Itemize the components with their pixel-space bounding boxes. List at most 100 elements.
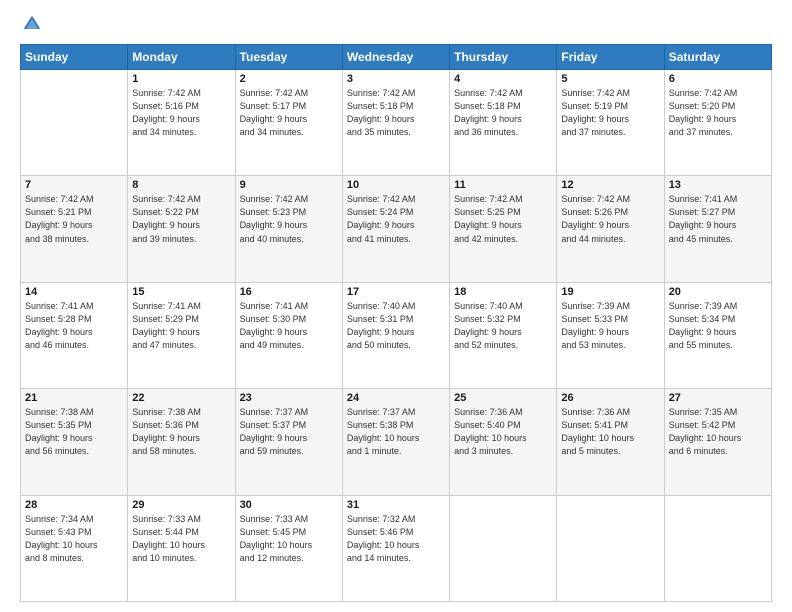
calendar-cell: 29 Sunrise: 7:33 AMSunset: 5:44 PMDayligh…	[128, 495, 235, 601]
calendar-cell	[450, 495, 557, 601]
day-number: 18	[454, 286, 552, 298]
day-number: 11	[454, 179, 552, 191]
page: SundayMondayTuesdayWednesdayThursdayFrid…	[0, 0, 792, 612]
day-info: Sunrise: 7:41 AMSunset: 5:30 PMDaylight:…	[240, 300, 338, 352]
day-number: 29	[132, 499, 230, 511]
day-number: 1	[132, 73, 230, 85]
day-header-sunday: Sunday	[21, 45, 128, 70]
calendar-cell: 22Sunrise: 7:38 AMSunset: 5:36 PMDayligh…	[128, 389, 235, 495]
day-info: Sunrise: 7:36 AMSunset: 5:40 PMDaylight:…	[454, 406, 552, 458]
day-info: Sunrise: 7:41 AMSunset: 5:29 PMDaylight:…	[132, 300, 230, 352]
day-info: Sunrise: 7:38 AMSunset: 5:36 PMDaylight:…	[132, 406, 230, 458]
week-row-2: 7 Sunrise: 7:42 AMSunset: 5:21 PMDaylight…	[21, 176, 772, 282]
calendar-cell: 16 Sunrise: 7:41 AMSunset: 5:30 PMDayligh…	[235, 282, 342, 388]
header	[20, 18, 772, 34]
day-info: Sunrise: 7:41 AMSunset: 5:28 PMDaylight:…	[25, 300, 123, 352]
calendar-cell: 12 Sunrise: 7:42 AMSunset: 5:26 PMDayligh…	[557, 176, 664, 282]
day-info: Sunrise: 7:39 AMSunset: 5:34 PMDaylight:…	[669, 300, 767, 352]
calendar-cell: 11Sunrise: 7:42 AMSunset: 5:25 PMDayligh…	[450, 176, 557, 282]
day-info: Sunrise: 7:42 AMSunset: 5:26 PMDaylight:…	[561, 193, 659, 245]
calendar-cell: 17 Sunrise: 7:40 AMSunset: 5:31 PMDayligh…	[342, 282, 449, 388]
day-info: Sunrise: 7:42 AMSunset: 5:19 PMDaylight:…	[561, 87, 659, 139]
day-info: Sunrise: 7:40 AMSunset: 5:31 PMDaylight:…	[347, 300, 445, 352]
calendar-cell	[664, 495, 771, 601]
logo	[20, 18, 42, 34]
day-number: 15	[132, 286, 230, 298]
calendar-cell: 6 Sunrise: 7:42 AMSunset: 5:20 PMDaylight…	[664, 70, 771, 176]
day-info: Sunrise: 7:41 AMSunset: 5:27 PMDaylight:…	[669, 193, 767, 245]
day-number: 16	[240, 286, 338, 298]
day-number: 17	[347, 286, 445, 298]
day-info: Sunrise: 7:42 AMSunset: 5:18 PMDaylight:…	[454, 87, 552, 139]
day-number: 23	[240, 392, 338, 404]
day-info: Sunrise: 7:36 AMSunset: 5:41 PMDaylight:…	[561, 406, 659, 458]
day-number: 4	[454, 73, 552, 85]
day-number: 25	[454, 392, 552, 404]
calendar-cell: 14Sunrise: 7:41 AMSunset: 5:28 PMDayligh…	[21, 282, 128, 388]
day-number: 13	[669, 179, 767, 191]
day-number: 30	[240, 499, 338, 511]
calendar-cell: 5 Sunrise: 7:42 AMSunset: 5:19 PMDaylight…	[557, 70, 664, 176]
day-info: Sunrise: 7:37 AMSunset: 5:38 PMDaylight:…	[347, 406, 445, 458]
week-row-4: 21 Sunrise: 7:38 AMSunset: 5:35 PMDayligh…	[21, 389, 772, 495]
day-info: Sunrise: 7:39 AMSunset: 5:33 PMDaylight:…	[561, 300, 659, 352]
week-row-5: 28Sunrise: 7:34 AMSunset: 5:43 PMDayligh…	[21, 495, 772, 601]
calendar-cell: 3 Sunrise: 7:42 AMSunset: 5:18 PMDaylight…	[342, 70, 449, 176]
day-number: 26	[561, 392, 659, 404]
calendar-cell	[557, 495, 664, 601]
logo-icon	[22, 14, 42, 34]
day-number: 19	[561, 286, 659, 298]
calendar-cell: 7 Sunrise: 7:42 AMSunset: 5:21 PMDaylight…	[21, 176, 128, 282]
day-info: Sunrise: 7:42 AMSunset: 5:22 PMDaylight:…	[132, 193, 230, 245]
calendar-cell: 31 Sunrise: 7:32 AMSunset: 5:46 PMDayligh…	[342, 495, 449, 601]
day-number: 3	[347, 73, 445, 85]
day-number: 2	[240, 73, 338, 85]
day-number: 20	[669, 286, 767, 298]
day-info: Sunrise: 7:42 AMSunset: 5:18 PMDaylight:…	[347, 87, 445, 139]
calendar-cell: 20 Sunrise: 7:39 AMSunset: 5:34 PMDayligh…	[664, 282, 771, 388]
day-info: Sunrise: 7:37 AMSunset: 5:37 PMDaylight:…	[240, 406, 338, 458]
day-number: 8	[132, 179, 230, 191]
day-number: 31	[347, 499, 445, 511]
calendar-table: SundayMondayTuesdayWednesdayThursdayFrid…	[20, 44, 772, 602]
calendar-cell	[21, 70, 128, 176]
day-number: 12	[561, 179, 659, 191]
week-row-3: 14Sunrise: 7:41 AMSunset: 5:28 PMDayligh…	[21, 282, 772, 388]
day-header-thursday: Thursday	[450, 45, 557, 70]
day-number: 27	[669, 392, 767, 404]
day-info: Sunrise: 7:42 AMSunset: 5:21 PMDaylight:…	[25, 193, 123, 245]
day-number: 21	[25, 392, 123, 404]
calendar-cell: 13 Sunrise: 7:41 AMSunset: 5:27 PMDayligh…	[664, 176, 771, 282]
day-info: Sunrise: 7:42 AMSunset: 5:16 PMDaylight:…	[132, 87, 230, 139]
day-number: 5	[561, 73, 659, 85]
day-header-saturday: Saturday	[664, 45, 771, 70]
calendar-cell: 8 Sunrise: 7:42 AMSunset: 5:22 PMDaylight…	[128, 176, 235, 282]
day-info: Sunrise: 7:42 AMSunset: 5:20 PMDaylight:…	[669, 87, 767, 139]
calendar-cell: 1 Sunrise: 7:42 AMSunset: 5:16 PMDaylight…	[128, 70, 235, 176]
calendar-cell: 2 Sunrise: 7:42 AMSunset: 5:17 PMDaylight…	[235, 70, 342, 176]
day-info: Sunrise: 7:32 AMSunset: 5:46 PMDaylight:…	[347, 513, 445, 565]
day-info: Sunrise: 7:34 AMSunset: 5:43 PMDaylight:…	[25, 513, 123, 565]
day-header-monday: Monday	[128, 45, 235, 70]
day-header-tuesday: Tuesday	[235, 45, 342, 70]
day-header-friday: Friday	[557, 45, 664, 70]
calendar-cell: 9Sunrise: 7:42 AMSunset: 5:23 PMDaylight…	[235, 176, 342, 282]
calendar-cell: 25 Sunrise: 7:36 AMSunset: 5:40 PMDayligh…	[450, 389, 557, 495]
calendar-cell: 28Sunrise: 7:34 AMSunset: 5:43 PMDayligh…	[21, 495, 128, 601]
calendar-cell: 24Sunrise: 7:37 AMSunset: 5:38 PMDayligh…	[342, 389, 449, 495]
day-number: 7	[25, 179, 123, 191]
day-info: Sunrise: 7:42 AMSunset: 5:23 PMDaylight:…	[240, 193, 338, 245]
day-info: Sunrise: 7:33 AMSunset: 5:44 PMDaylight:…	[132, 513, 230, 565]
calendar-cell: 18Sunrise: 7:40 AMSunset: 5:32 PMDayligh…	[450, 282, 557, 388]
day-info: Sunrise: 7:38 AMSunset: 5:35 PMDaylight:…	[25, 406, 123, 458]
day-info: Sunrise: 7:42 AMSunset: 5:17 PMDaylight:…	[240, 87, 338, 139]
day-number: 10	[347, 179, 445, 191]
week-row-1: 1 Sunrise: 7:42 AMSunset: 5:16 PMDaylight…	[21, 70, 772, 176]
calendar-cell: 15 Sunrise: 7:41 AMSunset: 5:29 PMDayligh…	[128, 282, 235, 388]
calendar-cell: 23 Sunrise: 7:37 AMSunset: 5:37 PMDayligh…	[235, 389, 342, 495]
calendar-cell: 21 Sunrise: 7:38 AMSunset: 5:35 PMDayligh…	[21, 389, 128, 495]
day-number: 6	[669, 73, 767, 85]
calendar-cell: 26 Sunrise: 7:36 AMSunset: 5:41 PMDayligh…	[557, 389, 664, 495]
calendar-cell: 19 Sunrise: 7:39 AMSunset: 5:33 PMDayligh…	[557, 282, 664, 388]
calendar-cell: 10Sunrise: 7:42 AMSunset: 5:24 PMDayligh…	[342, 176, 449, 282]
